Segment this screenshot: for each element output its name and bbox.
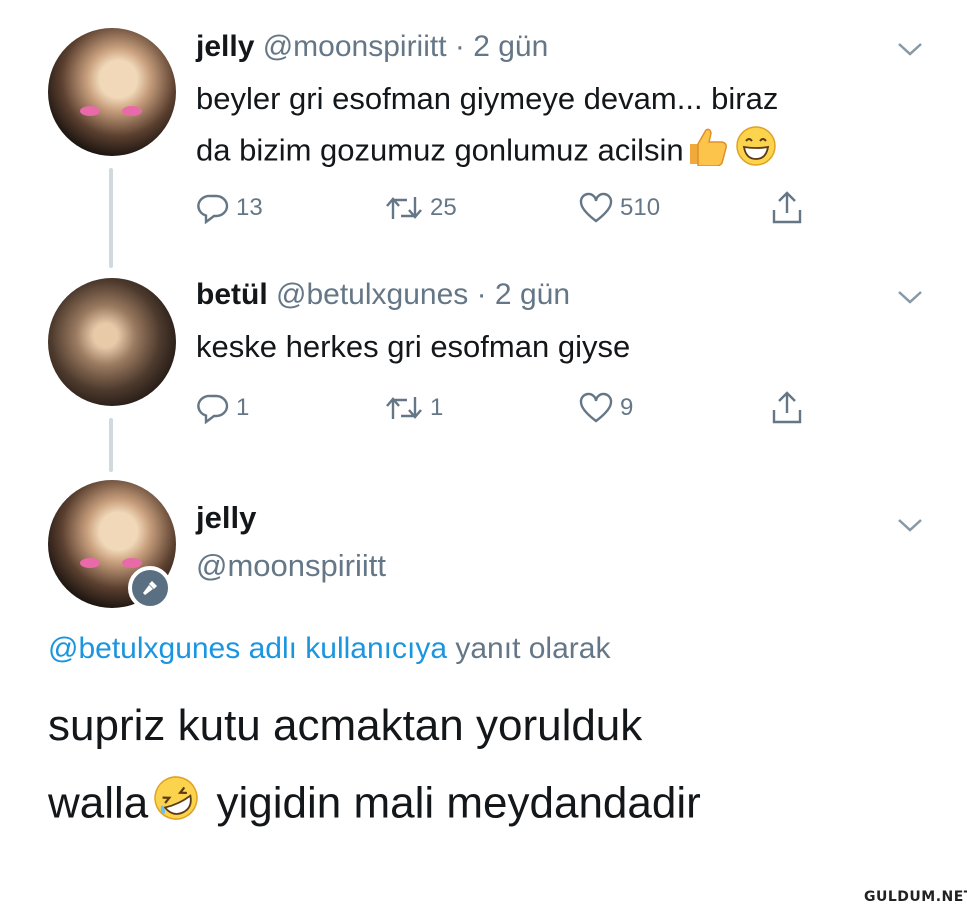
tweet-text: da bizim gozumuz gonlumuz acilsin <box>196 132 684 168</box>
share-button[interactable] <box>770 190 804 226</box>
reply-icon <box>197 194 229 224</box>
share-icon <box>772 391 802 424</box>
grin-emoji <box>734 124 778 181</box>
reply-count: 13 <box>236 194 263 221</box>
thread-line <box>109 418 113 472</box>
tweet-text-line: supriz kutu acmaktan yorulduk <box>48 701 643 750</box>
thread-line <box>109 168 113 268</box>
timestamp[interactable]: · 2 gün <box>455 30 548 63</box>
share-icon <box>772 191 802 224</box>
tweet-text-line-2: walla yigidin mali meydandadir <box>48 772 701 840</box>
tweet-text-line: beyler gri esofman giymeye devam... bira… <box>196 81 779 116</box>
retweet-button[interactable]: 25 <box>384 192 457 224</box>
display-name[interactable]: jelly <box>196 30 254 63</box>
reply-icon <box>197 394 229 424</box>
tweet-header: betül @betulxgunes · 2 gün <box>196 278 570 312</box>
tweet-text: walla <box>48 778 149 828</box>
mic-badge <box>128 566 172 610</box>
like-button[interactable]: 9 <box>578 392 633 424</box>
share-button[interactable] <box>770 390 804 426</box>
retweet-count: 25 <box>430 194 457 221</box>
username[interactable]: @moonspiriitt <box>263 30 447 63</box>
username[interactable]: @moonspiriitt <box>196 548 386 584</box>
tweet-text-line-2: da bizim gozumuz gonlumuz acilsin <box>196 124 778 181</box>
thumbs-up-emoji <box>684 126 730 179</box>
reply-mention-link[interactable]: @betulxgunes adlı kullanıcıya <box>48 632 447 665</box>
timestamp[interactable]: · 2 gün <box>477 278 570 311</box>
tweet-text: yigidin mali meydandadir <box>216 778 701 828</box>
chevron-down-icon[interactable] <box>896 288 924 306</box>
rofl-emoji <box>148 772 204 840</box>
like-count: 9 <box>620 394 634 421</box>
like-count: 510 <box>620 194 661 221</box>
watermark: GULDUM.NET <box>864 889 967 905</box>
reply-button[interactable]: 1 <box>196 392 249 424</box>
retweet-icon <box>386 197 422 219</box>
avatar[interactable] <box>48 28 176 156</box>
reply-context: @betulxgunes adlı kullanıcıya yanıt olar… <box>48 632 610 666</box>
tweet-header: jelly @moonspiriitt · 2 gün <box>196 30 548 64</box>
chevron-down-icon[interactable] <box>896 40 924 58</box>
like-button[interactable]: 510 <box>578 192 660 224</box>
display-name[interactable]: jelly <box>196 500 256 536</box>
like-icon <box>579 192 613 223</box>
retweet-button[interactable]: 1 <box>384 392 443 424</box>
avatar[interactable] <box>48 278 176 406</box>
mic-icon <box>143 581 157 595</box>
reply-suffix: yanıt olarak <box>455 632 611 665</box>
reply-count: 1 <box>236 394 250 421</box>
reply-button[interactable]: 13 <box>196 192 263 224</box>
tweet-text: keske herkes gri esofman giyse <box>196 329 631 364</box>
display-name[interactable]: betül <box>196 278 268 311</box>
chevron-down-icon[interactable] <box>896 516 924 534</box>
like-icon <box>579 392 613 423</box>
username[interactable]: @betulxgunes <box>276 278 468 311</box>
retweet-count: 1 <box>430 394 444 421</box>
retweet-icon <box>386 397 422 419</box>
